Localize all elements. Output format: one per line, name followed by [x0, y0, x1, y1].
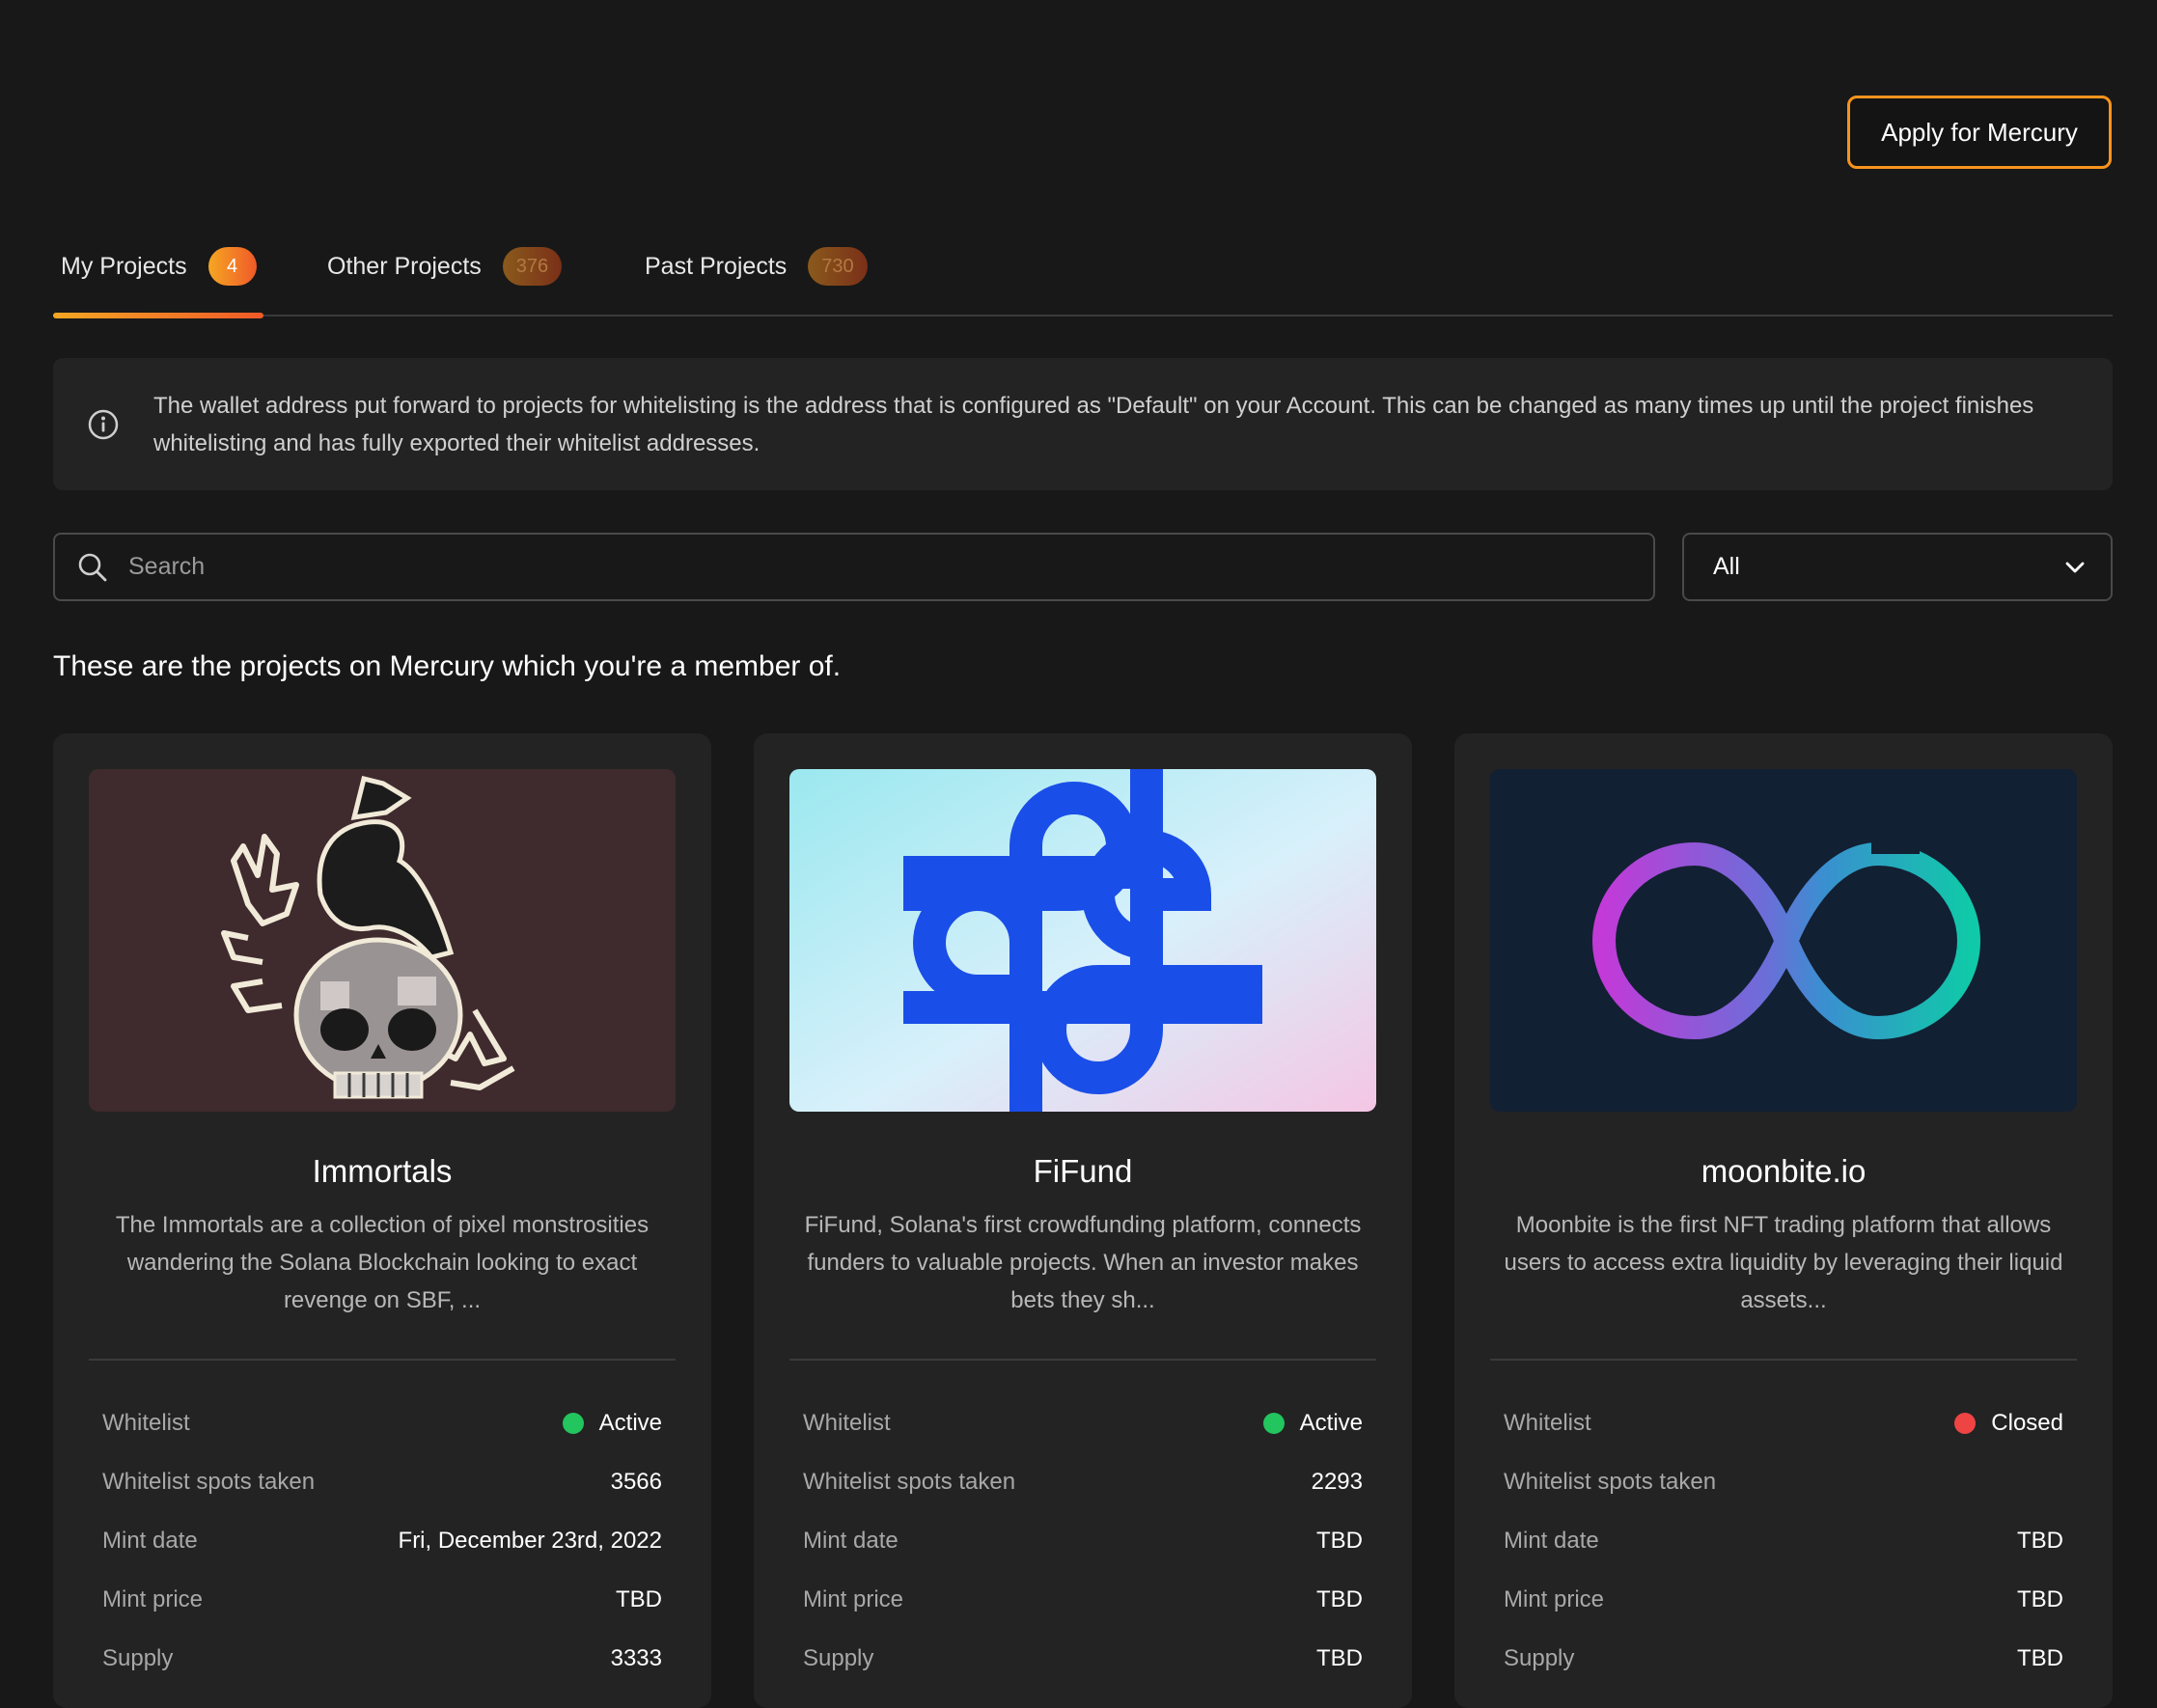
spots-row: Whitelist spots taken 2293: [803, 1463, 1363, 1501]
status-filter-select[interactable]: All: [1682, 533, 2113, 601]
mint-price-label: Mint price: [1504, 1586, 1605, 1612]
supply-label: Supply: [1504, 1645, 1575, 1671]
mint-date-row: Mint date Fri, December 23rd, 2022: [102, 1522, 662, 1560]
status-dot-closed: [1954, 1413, 1977, 1434]
count-badge: 376: [502, 247, 563, 286]
section-subtitle: These are the projects on Mercury which …: [53, 650, 842, 682]
search-input[interactable]: [126, 552, 1578, 582]
mint-date-value: Fri, December 23rd, 2022: [398, 1528, 662, 1554]
divider: [89, 1359, 676, 1361]
spots-label: Whitelist spots taken: [102, 1469, 316, 1495]
apply-for-mercury-button[interactable]: Apply for Mercury: [1847, 96, 2112, 169]
supply-label: Supply: [102, 1645, 174, 1671]
status-dot-active: [562, 1413, 584, 1434]
mint-price-value: TBD: [2017, 1586, 2063, 1612]
mint-date-value: TBD: [2017, 1528, 2063, 1554]
project-name: Immortals: [312, 1153, 453, 1189]
supply-row: Supply 3333: [102, 1639, 662, 1678]
mint-date-label: Mint date: [803, 1528, 899, 1554]
select-value: All: [1713, 553, 1740, 580]
whitelist-label: Whitelist: [1504, 1410, 1591, 1436]
tab-other-projects[interactable]: Other Projects 376: [327, 241, 563, 291]
project-description: Moonbite is the first NFT trading platfo…: [1504, 1212, 2063, 1313]
whitelist-row: Whitelist Active: [803, 1404, 1363, 1443]
whitelist-row: Whitelist Active: [102, 1404, 662, 1443]
status-dot-active: [1262, 1413, 1285, 1434]
supply-row: Supply TBD: [803, 1639, 1363, 1678]
status-badge: Active: [598, 1410, 662, 1436]
count-badge: 4: [207, 247, 257, 286]
supply-value: TBD: [2017, 1645, 2063, 1671]
spots-label: Whitelist spots taken: [1504, 1469, 1717, 1495]
mint-price-value: TBD: [1316, 1586, 1363, 1612]
divider: [1490, 1359, 2077, 1361]
tab-label: My Projects: [61, 252, 187, 280]
project-description: FiFund, Solana's first crowdfunding plat…: [804, 1212, 1362, 1313]
chevron-down-icon: [2065, 562, 2085, 572]
infinity-logo-image: [1591, 837, 1981, 1040]
info-text: The wallet address put forward to projec…: [153, 392, 2034, 456]
whitelist-row: Whitelist Closed: [1504, 1404, 2063, 1443]
spots-value: 3566: [610, 1469, 662, 1495]
mint-date-label: Mint date: [1504, 1528, 1599, 1554]
project-card[interactable]: FiFund FiFund, Solana's first crowdfundi…: [754, 733, 1412, 1708]
skull-crow-image: [221, 775, 515, 1099]
wallet-info-notice: The wallet address put forward to projec…: [53, 358, 2113, 490]
tab-my-projects[interactable]: My Projects 4: [61, 241, 257, 291]
supply-value: 3333: [610, 1645, 662, 1671]
mint-price-label: Mint price: [102, 1586, 204, 1612]
supply-row: Supply TBD: [1504, 1639, 2063, 1678]
project-description: The Immortals are a collection of pixel …: [115, 1212, 650, 1313]
mint-date-value: TBD: [1316, 1528, 1363, 1554]
apply-button-label: Apply for Mercury: [1881, 117, 2078, 147]
mint-price-row: Mint price TBD: [803, 1581, 1363, 1619]
spots-row: Whitelist spots taken 3566: [102, 1463, 662, 1501]
search-icon: [78, 553, 107, 581]
mint-date-label: Mint date: [102, 1528, 198, 1554]
whitelist-label: Whitelist: [102, 1410, 190, 1436]
project-image: [89, 769, 676, 1112]
project-image: [789, 769, 1376, 1112]
project-image: [1490, 769, 2077, 1112]
count-badge: 730: [808, 247, 868, 286]
mint-price-row: Mint price TBD: [1504, 1581, 2063, 1619]
spots-value: 2293: [1311, 1469, 1363, 1495]
status-badge: Closed: [1991, 1410, 2063, 1436]
mint-price-label: Mint price: [803, 1586, 904, 1612]
spots-row: Whitelist spots taken: [1504, 1463, 2063, 1501]
supply-value: TBD: [1316, 1645, 1363, 1671]
divider: [789, 1359, 1376, 1361]
project-name: FiFund: [1033, 1153, 1133, 1189]
mint-date-row: Mint date TBD: [1504, 1522, 2063, 1560]
mint-price-row: Mint price TBD: [102, 1581, 662, 1619]
active-tab-indicator: [53, 313, 263, 318]
project-card[interactable]: moonbite.io Moonbite is the first NFT tr…: [1454, 733, 2113, 1708]
fifund-logo-image: [789, 769, 1376, 1112]
mint-price-value: TBD: [616, 1586, 662, 1612]
project-tabs: My Projects 4 Other Projects 376 Past Pr…: [53, 241, 2113, 318]
tab-label: Past Projects: [645, 252, 788, 280]
tab-past-projects[interactable]: Past Projects 730: [645, 241, 868, 291]
spots-label: Whitelist spots taken: [803, 1469, 1016, 1495]
info-icon: [88, 409, 119, 439]
status-badge: Active: [1299, 1410, 1363, 1436]
search-box[interactable]: [53, 533, 1655, 601]
tab-label: Other Projects: [327, 252, 482, 280]
whitelist-label: Whitelist: [803, 1410, 891, 1436]
mint-date-row: Mint date TBD: [803, 1522, 1363, 1560]
project-card[interactable]: Immortals The Immortals are a collection…: [53, 733, 711, 1708]
project-name: moonbite.io: [1701, 1153, 1867, 1189]
supply-label: Supply: [803, 1645, 874, 1671]
